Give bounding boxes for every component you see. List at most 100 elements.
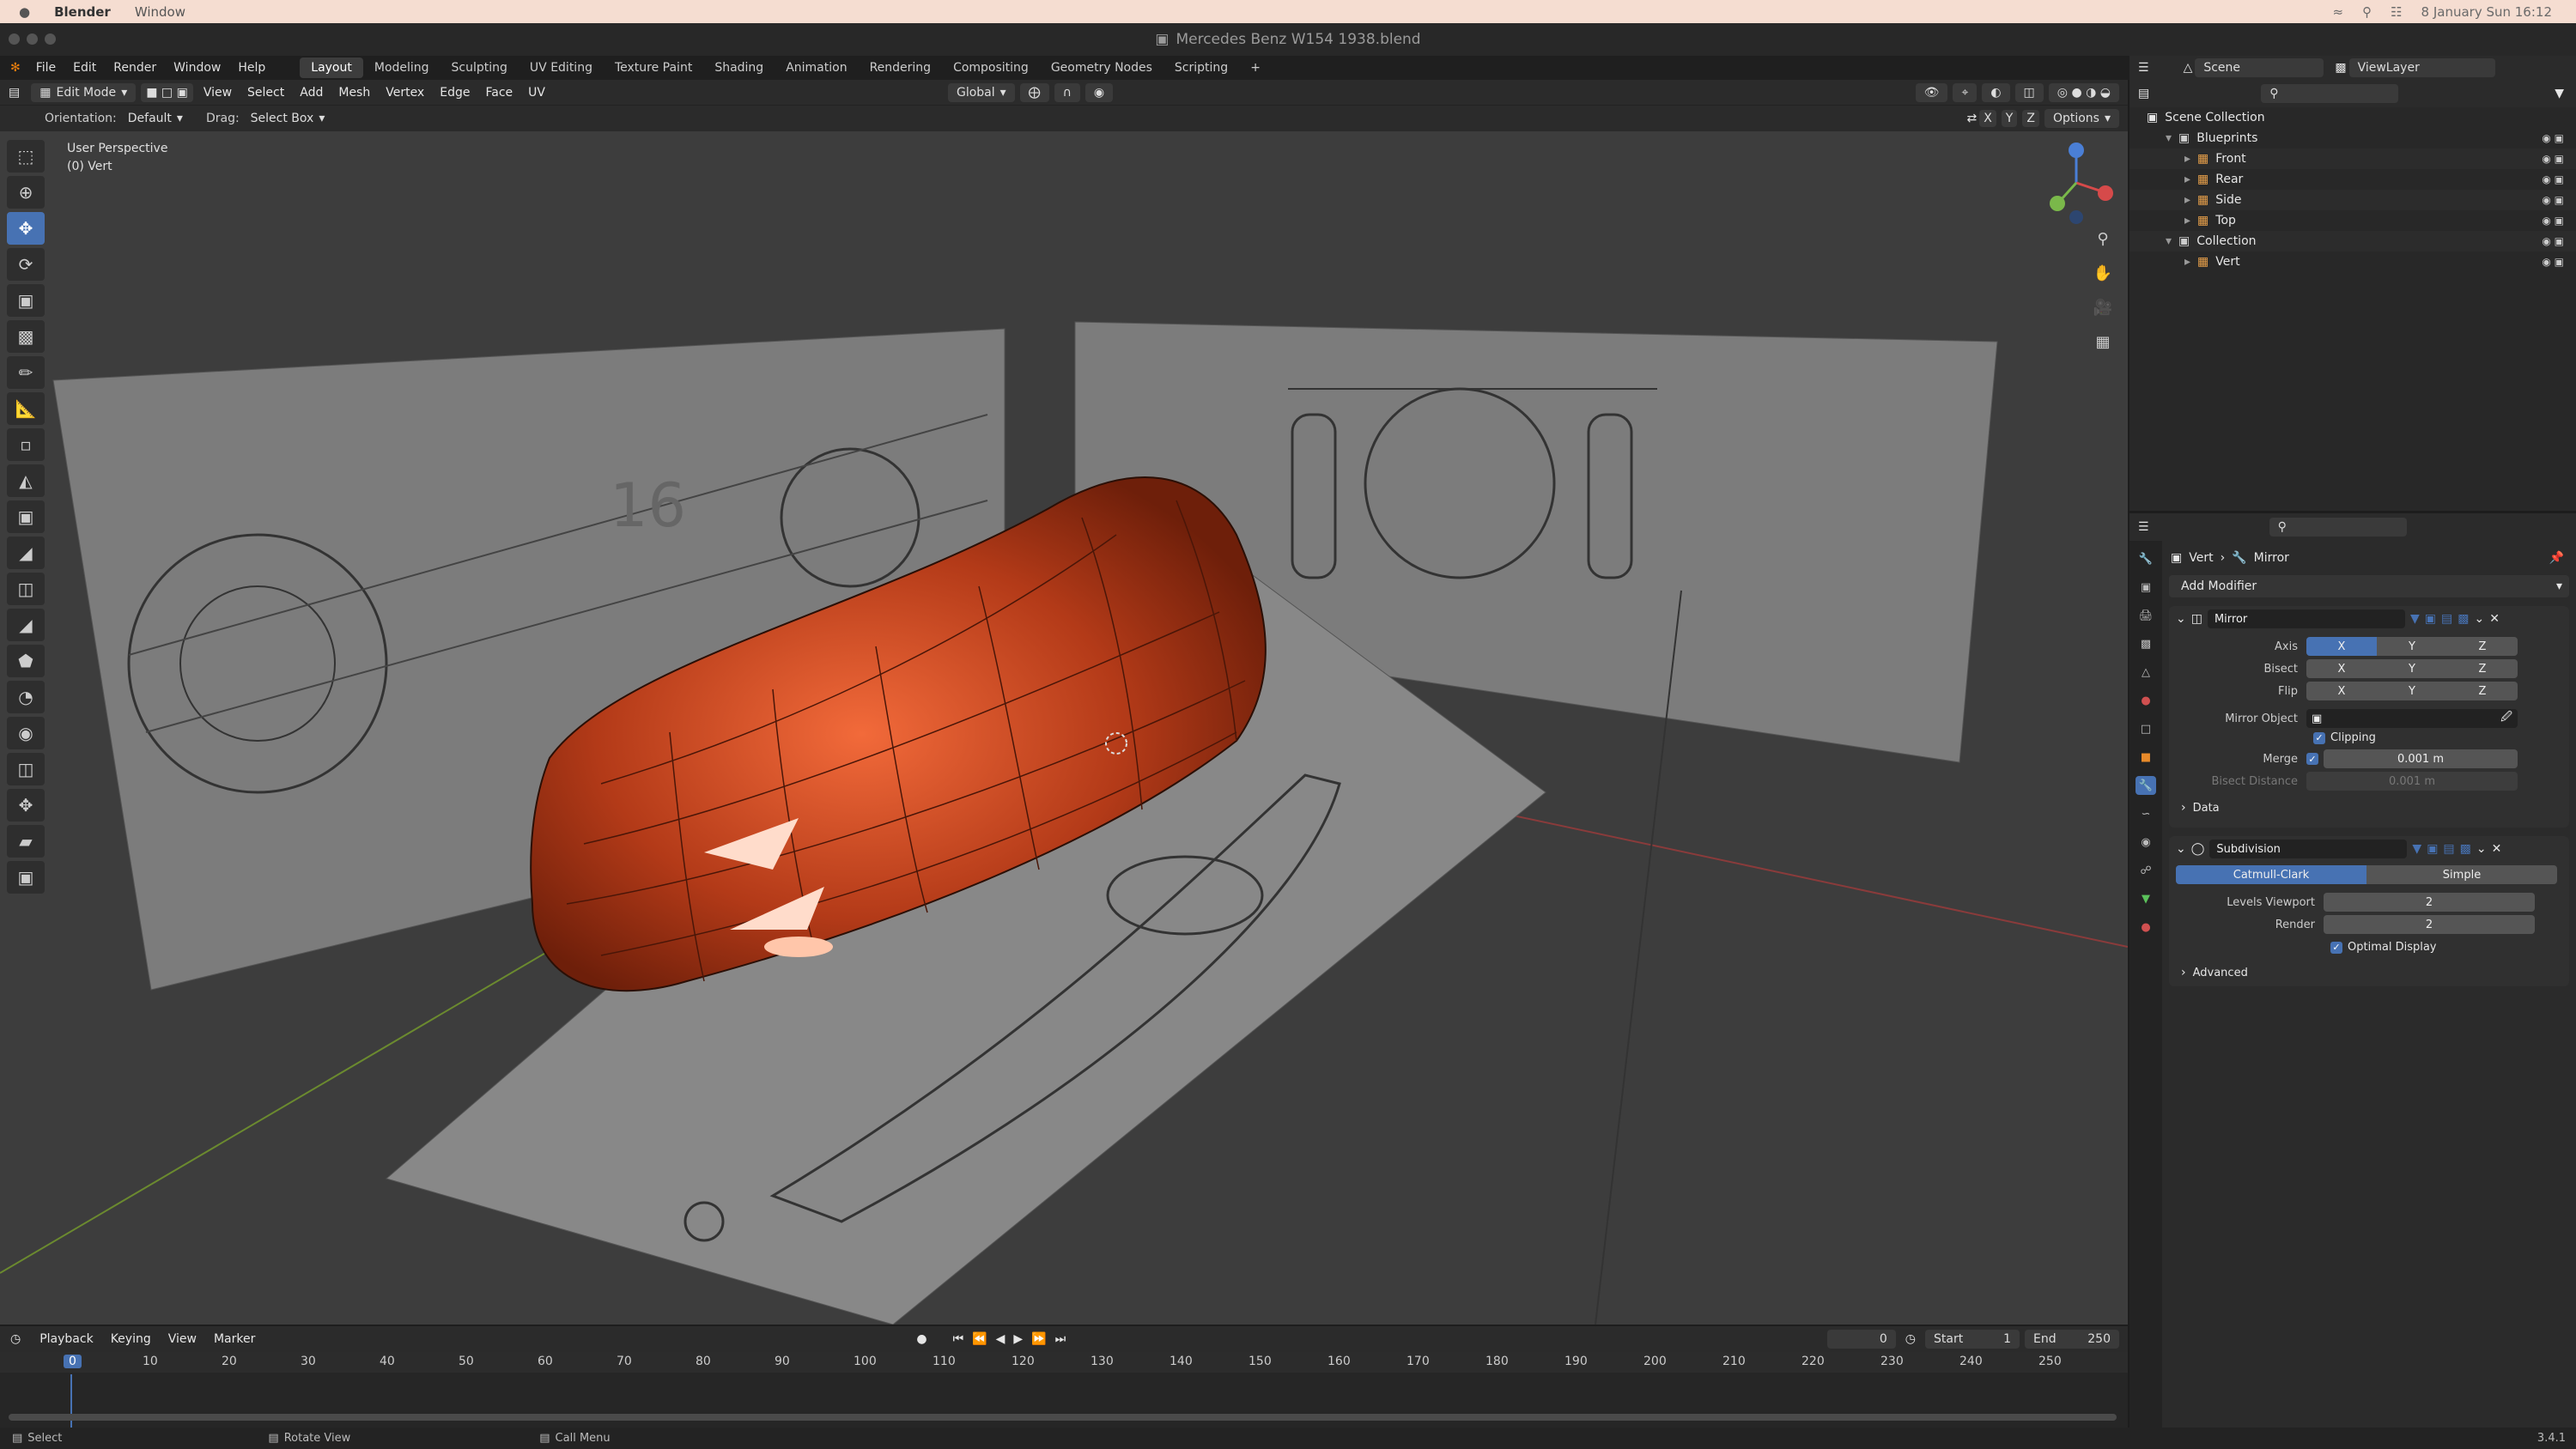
extrude-tool-icon[interactable]: ◭: [7, 464, 45, 497]
inset-tool-icon[interactable]: ▣: [7, 500, 45, 533]
world-tab-icon[interactable]: ●: [2136, 691, 2156, 710]
record-icon[interactable]: ●: [916, 1332, 927, 1346]
bevel-tool-icon[interactable]: ◢: [7, 537, 45, 569]
flip-z-button[interactable]: Z: [2447, 682, 2518, 700]
wifi-icon[interactable]: ≈: [2332, 4, 2343, 20]
remove-modifier-icon[interactable]: ✕: [2489, 612, 2500, 626]
orientation-select[interactable]: Default ▾: [119, 109, 191, 128]
edge-menu[interactable]: Edge: [432, 86, 477, 100]
pan-hand-icon[interactable]: ✋: [2090, 260, 2116, 286]
axis-x-toggle[interactable]: X: [1979, 110, 1996, 127]
edge-slide-tool-icon[interactable]: ◫: [7, 753, 45, 785]
timeline-scrollbar[interactable]: [9, 1414, 2117, 1421]
shear-tool-icon[interactable]: ▰: [7, 825, 45, 858]
modifier-menu-icon[interactable]: ⌄: [2474, 612, 2484, 626]
tab-layout[interactable]: Layout: [300, 58, 363, 78]
transform-orientation-select[interactable]: Global ▾: [947, 82, 1015, 102]
select-menu[interactable]: Select: [240, 86, 292, 100]
overlay-icon[interactable]: ◐: [1982, 82, 2010, 102]
camera-icon[interactable]: 🎥: [2090, 294, 2116, 320]
measure-tool-icon[interactable]: 📐: [7, 392, 45, 425]
rip-tool-icon[interactable]: ▣: [7, 861, 45, 894]
clipping-checkbox[interactable]: ✓: [2313, 731, 2325, 744]
outliner-item-side[interactable]: ▸ ▦ Side ◉ ▣: [2129, 190, 2576, 210]
subdivision-name-field[interactable]: Subdivision: [2209, 840, 2408, 858]
pivot-icon[interactable]: ⨁: [1019, 82, 1049, 102]
expand-arrow-icon[interactable]: ▸: [2184, 193, 2190, 207]
traffic-lights[interactable]: [9, 33, 56, 45]
visibility-toggle-icons[interactable]: ◉ ▣: [2542, 153, 2564, 165]
expand-arrow-icon[interactable]: ▸: [2184, 214, 2190, 227]
timeline[interactable]: 0 10 20 30 40 50 60 70 80 90 100 110 120 130 140 150 160…: [0, 1352, 2128, 1428]
visibility-toggle-icons[interactable]: ◉ ▣: [2542, 194, 2564, 206]
constraints-tab-icon[interactable]: ☍: [2136, 861, 2156, 880]
frame-ruler[interactable]: 0 10 20 30 40 50 60 70 80 90 100 110 120 130 140 150 160…: [0, 1352, 2128, 1373]
tab-modeling[interactable]: Modeling: [363, 58, 440, 78]
data-tab-icon[interactable]: ▼: [2136, 889, 2156, 908]
render-tab-icon[interactable]: ▣: [2136, 578, 2156, 597]
render-toggle-icon[interactable]: ▩: [2460, 842, 2471, 856]
axis-x-button[interactable]: X: [2306, 637, 2377, 656]
scene-render[interactable]: 16: [0, 131, 2128, 1325]
expand-arrow-icon[interactable]: ▸: [2184, 152, 2190, 166]
tab-sculpting[interactable]: Sculpting: [440, 58, 519, 78]
advanced-subpanel[interactable]: › Advanced: [2169, 966, 2569, 979]
visibility-toggle-icons[interactable]: ◉ ▣: [2542, 215, 2564, 227]
cursor-tool-icon[interactable]: ⊕: [7, 176, 45, 209]
viewport-toggle-icon[interactable]: ▤: [2443, 842, 2454, 856]
loop-cut-tool-icon[interactable]: ◫: [7, 573, 45, 605]
mac-app-name[interactable]: Blender: [54, 4, 111, 20]
search-icon[interactable]: ⚲: [2362, 4, 2372, 20]
mode-select[interactable]: ▦ Edit Mode ▾: [31, 82, 137, 102]
expand-arrow-icon[interactable]: ▸: [2184, 255, 2190, 269]
display-mode-icon[interactable]: ▤: [2129, 87, 2158, 100]
spin-tool-icon[interactable]: ◔: [7, 681, 45, 713]
cage-toggle-icon[interactable]: ▣: [2427, 842, 2438, 856]
visibility-toggle-icons[interactable]: ◉ ▣: [2542, 256, 2564, 268]
merge-distance-field[interactable]: 0.001 m: [2324, 749, 2518, 768]
menu-help[interactable]: Help: [229, 61, 274, 75]
particles-tab-icon[interactable]: ∽: [2136, 804, 2156, 823]
collapse-chevron-icon[interactable]: ⌄: [2176, 612, 2186, 626]
select-box-tool-icon[interactable]: ⬚: [7, 140, 45, 173]
tool-tab-icon[interactable]: 🔧: [2136, 549, 2156, 568]
catmull-clark-button[interactable]: Catmull-Clark: [2176, 865, 2366, 884]
mirror-header[interactable]: ⌄ ◫ Mirror ▼ ▣ ▤ ▩ ⌄ ✕: [2169, 606, 2569, 632]
outliner-search[interactable]: ⚲: [2261, 84, 2399, 103]
edit-mode-toggle-icon[interactable]: ▼: [2412, 842, 2421, 856]
blender-logo-icon[interactable]: ✻: [0, 61, 27, 75]
eyedropper-icon[interactable]: 🖉: [2500, 709, 2512, 728]
bisect-x-button[interactable]: X: [2306, 659, 2377, 678]
vertex-menu[interactable]: Vertex: [378, 86, 432, 100]
add-modifier-button[interactable]: Add Modifier ▾: [2169, 575, 2569, 597]
visibility-toggle-icons[interactable]: ◉ ▣: [2542, 173, 2564, 185]
tab-uv-editing[interactable]: UV Editing: [519, 58, 604, 78]
outliner-item-collection[interactable]: ▾ ▣ Collection ◉ ▣: [2129, 231, 2576, 252]
xray-icon[interactable]: ◫: [2014, 82, 2044, 102]
grid-icon[interactable]: ▦: [2090, 329, 2116, 355]
optimal-display-checkbox[interactable]: ✓: [2330, 941, 2342, 954]
modifier-menu-icon[interactable]: ⌄: [2476, 842, 2487, 856]
outliner-item-front[interactable]: ▸ ▦ Front ◉ ▣: [2129, 149, 2576, 169]
filter-icon[interactable]: ▼: [2555, 87, 2576, 100]
merge-checkbox[interactable]: ✓: [2306, 753, 2318, 765]
add-workspace-icon[interactable]: +: [1239, 58, 1272, 78]
add-menu[interactable]: Add: [292, 86, 331, 100]
modifier-tab-icon[interactable]: 🔧: [2136, 776, 2156, 795]
add-cube-tool-icon[interactable]: ▫: [7, 428, 45, 461]
tab-compositing[interactable]: Compositing: [942, 58, 1040, 78]
simple-button[interactable]: Simple: [2366, 865, 2557, 884]
axis-y-button[interactable]: Y: [2377, 637, 2447, 656]
collection-tab-icon[interactable]: □: [2136, 719, 2156, 738]
mac-window-menu[interactable]: Window: [135, 4, 185, 20]
apple-icon[interactable]: ●: [19, 4, 30, 20]
material-tab-icon[interactable]: ●: [2136, 918, 2156, 937]
knife-tool-icon[interactable]: ◢: [7, 609, 45, 641]
visibility-toggle-icons[interactable]: ◉ ▣: [2542, 132, 2564, 144]
transform-tool-icon[interactable]: ▩: [7, 320, 45, 353]
shading-mode-icons[interactable]: ◎ ● ◑ ◒: [2048, 82, 2119, 102]
shrink-fatten-tool-icon[interactable]: ✥: [7, 789, 45, 822]
pin-icon[interactable]: 📌: [2549, 551, 2576, 565]
playback-controls[interactable]: ⏮⏪◀▶⏩⏭: [953, 1332, 1075, 1346]
expand-arrow-icon[interactable]: ▸: [2184, 173, 2190, 186]
